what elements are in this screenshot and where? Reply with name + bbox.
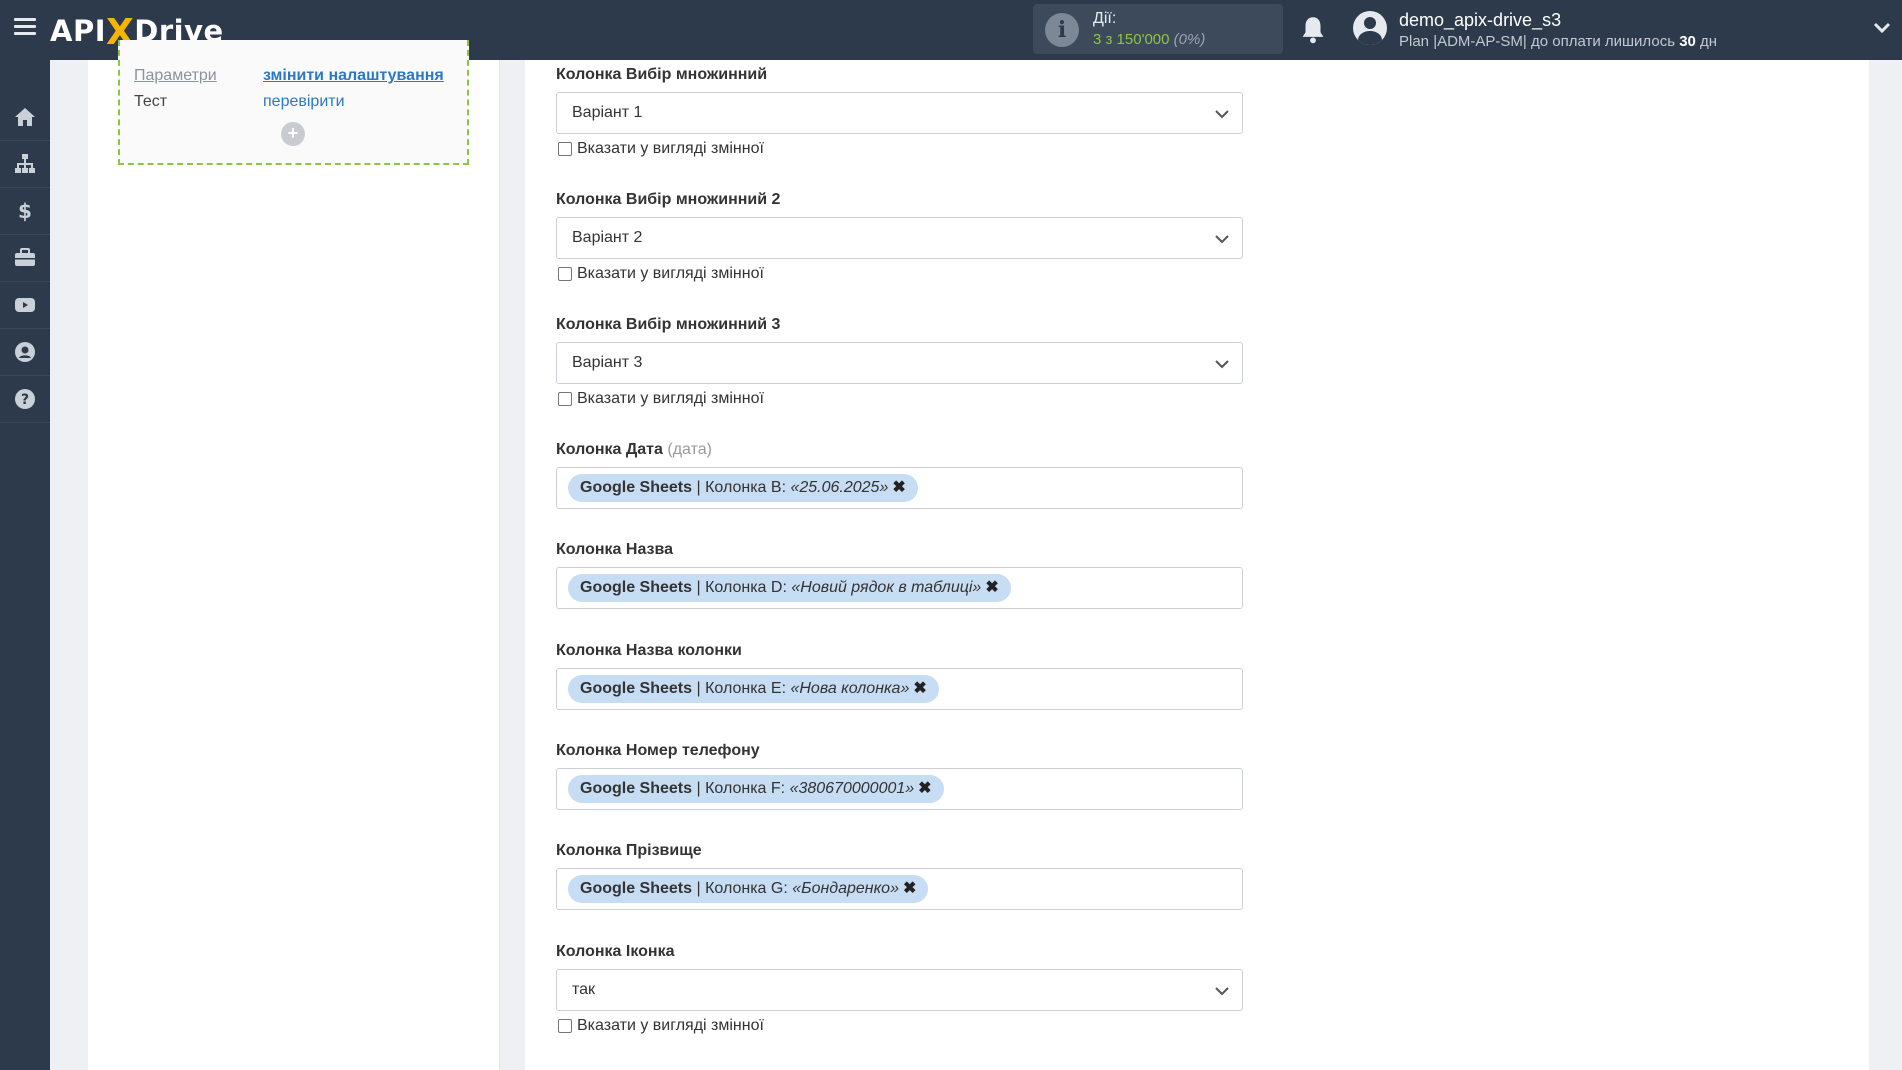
- field-mapping-form: Колонка Вибір множинний Варіант 1 Вказат…: [525, 60, 1869, 1070]
- chevron-down-icon: [1215, 360, 1229, 369]
- remove-tag-icon[interactable]: ✖: [918, 775, 931, 803]
- variable-tag[interactable]: Google Sheets | Колонка D: «Новий рядок …: [568, 574, 1011, 602]
- field-label: Колонка Вибір множинний: [556, 66, 768, 83]
- variable-checkbox-row[interactable]: Вказати у вигляді змінної: [558, 265, 764, 283]
- nav-billing[interactable]: $: [0, 188, 50, 235]
- nav-profile[interactable]: [0, 329, 50, 376]
- select-multi-2[interactable]: Варіант 2: [556, 217, 1243, 259]
- select-multi-1[interactable]: Варіант 1: [556, 92, 1243, 134]
- svg-text:$: $: [18, 199, 32, 223]
- edit-settings-link[interactable]: змінити налаштування: [263, 67, 444, 85]
- bell-icon[interactable]: [1299, 15, 1327, 45]
- field-label: Колонка Назва колонки: [556, 642, 742, 659]
- variable-checkbox-row[interactable]: Вказати у вигляді змінної: [558, 390, 764, 408]
- variable-tag[interactable]: Google Sheets | Колонка G: «Бондаренко» …: [568, 875, 929, 903]
- checkbox-label: Вказати у вигляді змінної: [577, 390, 764, 407]
- nav-connections[interactable]: [0, 141, 50, 188]
- chevron-down-icon[interactable]: [1872, 18, 1892, 38]
- help-icon: ?: [15, 389, 35, 409]
- select-value: Варіант 1: [572, 104, 643, 121]
- select-value: так: [572, 981, 596, 998]
- tag-input-name[interactable]: Google Sheets | Колонка D: «Новий рядок …: [556, 567, 1243, 609]
- home-icon: [15, 108, 35, 126]
- avatar[interactable]: [1353, 11, 1387, 45]
- select-icon[interactable]: так: [556, 969, 1243, 1011]
- user-icon: [15, 342, 35, 362]
- svg-text:?: ?: [21, 392, 29, 408]
- field-label: Колонка Іконка: [556, 943, 675, 960]
- variable-checkbox[interactable]: [558, 142, 572, 156]
- variable-checkbox-row[interactable]: Вказати у вигляді змінної: [558, 1017, 764, 1035]
- variable-tag[interactable]: Google Sheets | Колонка E: «Нова колонка…: [568, 675, 939, 703]
- chevron-down-icon: [1215, 987, 1229, 996]
- select-multi-3[interactable]: Варіант 3: [556, 342, 1243, 384]
- tag-input-column-name[interactable]: Google Sheets | Колонка E: «Нова колонка…: [556, 668, 1243, 710]
- actions-value: 3 з 150'000 (0%): [1093, 31, 1206, 48]
- variable-tag[interactable]: Google Sheets | Колонка F: «380670000001…: [568, 775, 944, 803]
- nav-help[interactable]: ?: [0, 376, 50, 423]
- field-label: Колонка Вибір множинний 3: [556, 316, 781, 333]
- sitemap-icon: [15, 154, 35, 173]
- row-label-test: Тест: [134, 93, 168, 110]
- username[interactable]: demo_apix-drive_s3: [1399, 10, 1561, 31]
- tag-input-phone[interactable]: Google Sheets | Колонка F: «380670000001…: [556, 768, 1243, 810]
- steps-panel: Параметри змінити налаштування Тест пере…: [88, 40, 500, 1070]
- actions-counter: i Дії: 3 з 150'000 (0%): [1033, 4, 1283, 54]
- remove-tag-icon[interactable]: ✖: [892, 474, 905, 502]
- tag-input-surname[interactable]: Google Sheets | Колонка G: «Бондаренко» …: [556, 868, 1243, 910]
- remove-tag-icon[interactable]: ✖: [913, 675, 926, 703]
- select-value: Варіант 2: [572, 229, 643, 246]
- info-icon: i: [1045, 13, 1079, 47]
- checkbox-label: Вказати у вигляді змінної: [577, 265, 764, 282]
- side-nav: $ ?: [0, 60, 50, 1070]
- field-label: Колонка Прізвище: [556, 842, 702, 859]
- nav-video[interactable]: [0, 282, 50, 329]
- chevron-down-icon: [1215, 110, 1229, 119]
- check-link[interactable]: перевірити: [263, 93, 345, 111]
- field-label: Колонка Номер телефону: [556, 742, 760, 759]
- remove-tag-icon[interactable]: ✖: [985, 574, 998, 602]
- plan-info: Plan |ADM-AP-SM| до оплати лишилось 30 д…: [1399, 33, 1718, 50]
- nav-services[interactable]: [0, 235, 50, 282]
- nav-home[interactable]: [0, 94, 50, 141]
- menu-icon[interactable]: [14, 18, 36, 36]
- tag-input-date[interactable]: Google Sheets | Колонка B: «25.06.2025» …: [556, 467, 1243, 509]
- briefcase-icon: [15, 248, 35, 266]
- variable-checkbox[interactable]: [558, 1019, 572, 1033]
- variable-checkbox[interactable]: [558, 392, 572, 406]
- field-label: Колонка Назва: [556, 541, 674, 558]
- dollar-icon: $: [18, 199, 32, 223]
- step-card: Параметри змінити налаштування Тест пере…: [118, 40, 469, 165]
- add-step-button[interactable]: +: [281, 122, 305, 146]
- remove-tag-icon[interactable]: ✖: [903, 875, 916, 903]
- field-hint: (дата): [667, 441, 712, 458]
- checkbox-label: Вказати у вигляді змінної: [577, 1017, 764, 1034]
- variable-tag[interactable]: Google Sheets | Колонка B: «25.06.2025» …: [568, 474, 918, 502]
- variable-checkbox[interactable]: [558, 267, 572, 281]
- chevron-down-icon: [1215, 235, 1229, 244]
- variable-checkbox-row[interactable]: Вказати у вигляді змінної: [558, 140, 764, 158]
- video-icon: [15, 298, 35, 312]
- field-label: Колонка Вибір множинний 2: [556, 191, 781, 208]
- checkbox-label: Вказати у вигляді змінної: [577, 140, 764, 157]
- select-value: Варіант 3: [572, 354, 643, 371]
- actions-label: Дії:: [1093, 10, 1117, 27]
- field-label: Колонка Дата (дата): [556, 441, 712, 458]
- row-label-params: Параметри: [134, 67, 217, 84]
